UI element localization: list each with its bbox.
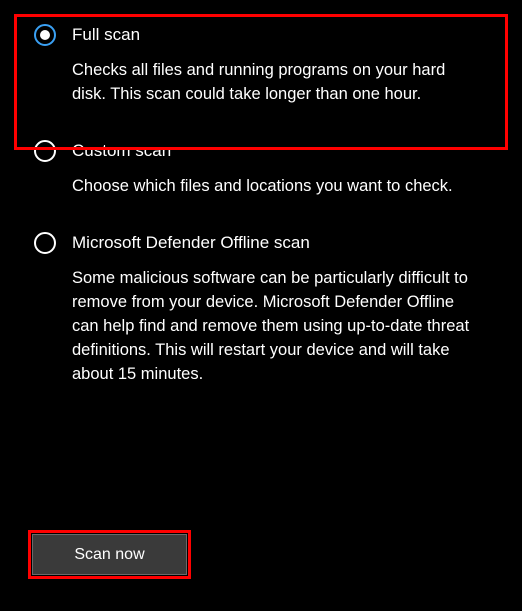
radio-custom-scan[interactable] xyxy=(34,140,56,162)
option-custom-scan: Custom scan Choose which files and locat… xyxy=(0,116,522,198)
scan-options-panel: Full scan Checks all files and running p… xyxy=(0,0,522,611)
radio-full-scan[interactable] xyxy=(34,24,56,46)
option-full-scan: Full scan Checks all files and running p… xyxy=(0,0,522,106)
option-description: Choose which files and locations you wan… xyxy=(72,174,472,198)
radio-dot-icon xyxy=(40,30,50,40)
option-title: Custom scan xyxy=(72,141,171,161)
option-custom-scan-row[interactable]: Custom scan xyxy=(34,140,488,162)
option-description: Some malicious software can be particula… xyxy=(72,266,472,386)
scan-now-button[interactable]: Scan now xyxy=(32,534,187,575)
option-title: Microsoft Defender Offline scan xyxy=(72,233,310,253)
option-full-scan-row[interactable]: Full scan xyxy=(34,24,488,46)
radio-defender-offline[interactable] xyxy=(34,232,56,254)
option-defender-offline-row[interactable]: Microsoft Defender Offline scan xyxy=(34,232,488,254)
option-description: Checks all files and running programs on… xyxy=(72,58,472,106)
option-title: Full scan xyxy=(72,25,140,45)
option-defender-offline-scan: Microsoft Defender Offline scan Some mal… xyxy=(0,208,522,386)
